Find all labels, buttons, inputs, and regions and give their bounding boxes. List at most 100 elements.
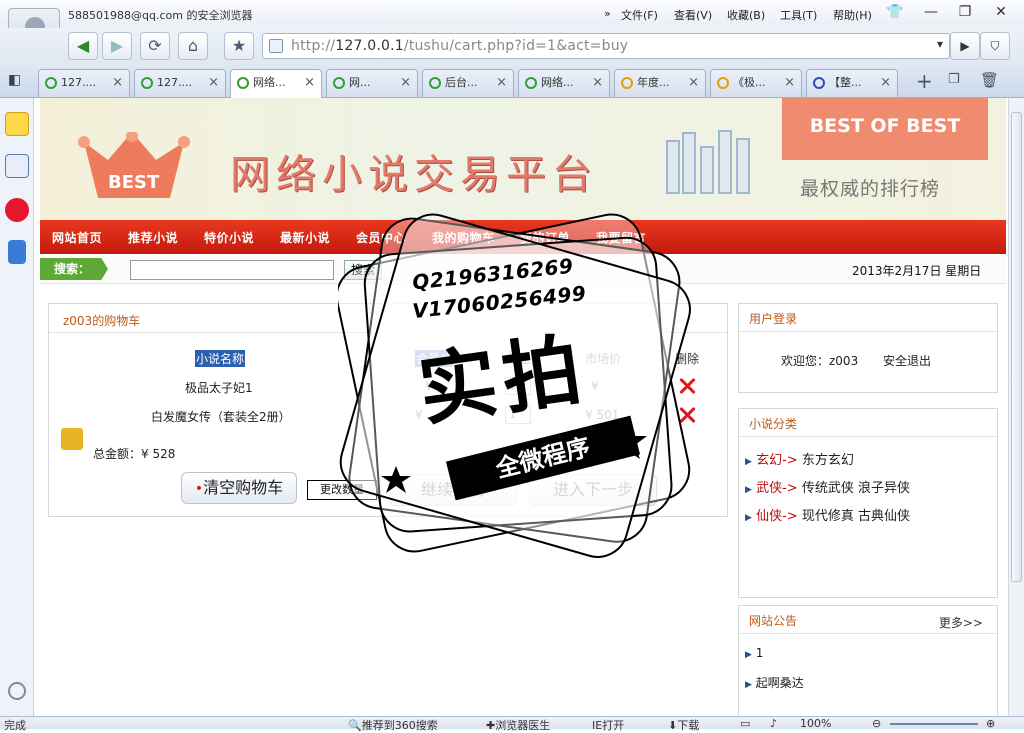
tab-close-icon[interactable]: × bbox=[208, 70, 219, 96]
nav-my-cart[interactable]: 我的购物车 bbox=[432, 229, 495, 246]
zoom-out-icon[interactable]: ⊖ bbox=[872, 717, 881, 730]
zoom-slider[interactable] bbox=[890, 723, 978, 725]
header-delete: 删除 bbox=[675, 352, 700, 366]
close-window-button[interactable]: ✕ bbox=[984, 0, 1018, 26]
tab-5[interactable]: 后台... × bbox=[422, 69, 514, 97]
notice-item[interactable]: ▶ 1 bbox=[745, 646, 763, 660]
crown-logo: BEST bbox=[78, 132, 190, 198]
dropdown-arrow-icon[interactable]: ▾ bbox=[937, 37, 943, 51]
mobile-phone-icon[interactable] bbox=[8, 240, 26, 264]
weibo-icon[interactable] bbox=[5, 198, 29, 222]
nav-home[interactable]: 网站首页 bbox=[52, 229, 102, 246]
download-button[interactable]: ⬇下载 bbox=[668, 717, 699, 733]
ie-icon bbox=[525, 77, 537, 89]
maximize-button[interactable]: ❐ bbox=[948, 0, 982, 26]
tab-6[interactable]: 网络... × bbox=[518, 69, 610, 97]
tab-7[interactable]: 年度... × bbox=[614, 69, 706, 97]
update-quantity-button[interactable]: 更改数量 bbox=[307, 480, 377, 500]
shirt-icon[interactable]: 👕 bbox=[886, 4, 903, 20]
category-xuanhuan[interactable]: ▶ 玄幻-> 东方玄幻 bbox=[745, 449, 854, 468]
wiki-icon bbox=[621, 77, 633, 89]
scrollbar-thumb[interactable] bbox=[1011, 112, 1022, 582]
clear-cart-button[interactable]: •清空购物车 bbox=[181, 472, 297, 504]
row1-delete-icon[interactable] bbox=[677, 376, 697, 396]
search-input[interactable] bbox=[130, 260, 334, 280]
tab-close-icon[interactable]: × bbox=[784, 70, 795, 96]
news-icon[interactable] bbox=[5, 154, 29, 178]
menu-file[interactable]: 文件(F) bbox=[621, 7, 658, 23]
nav-leave-message[interactable]: 我要留言 bbox=[596, 229, 646, 246]
cart-title: z003的购物车 bbox=[63, 314, 141, 328]
go-arrow-icon: ▶ bbox=[960, 39, 970, 53]
category-wuxia[interactable]: ▶ 武侠-> 传统武侠 浪子异侠 bbox=[745, 477, 910, 496]
svg-text:BEST: BEST bbox=[108, 172, 160, 193]
speaker-icon[interactable]: ♪ bbox=[770, 717, 777, 730]
minimize-button[interactable]: — bbox=[914, 0, 948, 26]
vertical-scrollbar[interactable] bbox=[1008, 98, 1024, 716]
settings-gear-icon[interactable] bbox=[8, 682, 26, 700]
tab-4[interactable]: 网... × bbox=[326, 69, 418, 97]
next-step-button[interactable]: 进入下一步 bbox=[529, 474, 657, 506]
nav-special-price[interactable]: 特价小说 bbox=[204, 229, 254, 246]
tab-close-icon[interactable]: × bbox=[112, 70, 123, 96]
tab-close-icon[interactable]: × bbox=[400, 70, 411, 96]
tab-9[interactable]: 【整... × bbox=[806, 69, 898, 97]
search-label: 搜索： bbox=[40, 258, 108, 280]
tab-3-active[interactable]: 网络... × bbox=[230, 69, 322, 98]
search-button[interactable]: 搜索 bbox=[344, 260, 382, 280]
go-button[interactable]: ▶ bbox=[950, 32, 980, 60]
logout-link[interactable]: 安全退出 bbox=[883, 352, 931, 369]
forward-arrow-icon: ▶ bbox=[110, 36, 124, 55]
tab-close-icon[interactable]: × bbox=[496, 70, 507, 96]
screen-icon[interactable]: ▭ bbox=[740, 717, 750, 730]
tab-close-icon[interactable]: × bbox=[688, 70, 699, 96]
refresh-button[interactable]: ⟳ bbox=[140, 32, 170, 60]
home-button[interactable]: ⌂ bbox=[178, 32, 208, 60]
tab-2[interactable]: 127.... × bbox=[134, 69, 226, 97]
nav-recommended[interactable]: 推荐小说 bbox=[128, 229, 178, 246]
menu-arrow-icon[interactable]: » bbox=[604, 7, 611, 20]
tab-close-icon[interactable]: × bbox=[592, 70, 603, 96]
favorites-star-icon[interactable] bbox=[5, 112, 29, 136]
menu-help[interactable]: 帮助(H) bbox=[833, 7, 872, 23]
security-shield-button[interactable]: ⛉ bbox=[980, 32, 1010, 60]
notice-more-link[interactable]: 更多>> bbox=[939, 614, 983, 631]
tab-8[interactable]: 《极... × bbox=[710, 69, 802, 97]
forward-button[interactable]: ▶ bbox=[102, 32, 132, 60]
address-bar[interactable]: http://127.0.0.1/tushu/cart.php?id=1&act… bbox=[262, 33, 950, 59]
favorite-star-button[interactable]: ★ bbox=[224, 32, 254, 60]
menu-view[interactable]: 查看(V) bbox=[674, 7, 712, 23]
back-arrow-icon: ◀ bbox=[76, 36, 90, 55]
menu-favorites[interactable]: 收藏(B) bbox=[727, 7, 765, 23]
tab-list-icon[interactable]: ❐ bbox=[948, 72, 960, 87]
category-xianxia[interactable]: ▶ 仙侠-> 现代修真 古典仙侠 bbox=[745, 505, 910, 524]
back-button[interactable]: ◀ bbox=[68, 32, 98, 60]
tab-bar: ◧ 127.... × 127.... × 网络... × 网... × 后台... × … bbox=[0, 66, 1024, 98]
tab-close-icon[interactable]: × bbox=[880, 70, 891, 96]
browser-doctor-button[interactable]: ✚浏览器医生 bbox=[486, 717, 550, 733]
window-title: 588501988@qq.com 的安全浏览器 bbox=[68, 9, 253, 22]
ie-icon bbox=[237, 77, 249, 89]
url-text[interactable]: http://127.0.0.1/tushu/cart.php?id=1&act… bbox=[291, 38, 628, 54]
nav-newest[interactable]: 最新小说 bbox=[280, 229, 330, 246]
new-tab-icon[interactable]: + bbox=[916, 69, 933, 93]
cart-panel: z003的购物车 小说名称 会员价 数量 市场价 删除 极品太子妃1 ¥ 1 ¥… bbox=[48, 303, 728, 517]
tab-close-icon[interactable]: × bbox=[304, 70, 315, 96]
tab-1[interactable]: 127.... × bbox=[38, 69, 130, 97]
notice-item[interactable]: ▶ 起啊桑达 bbox=[745, 674, 804, 691]
sidebar-toggle-icon[interactable]: ◧ bbox=[8, 72, 21, 88]
row2-delete-icon[interactable] bbox=[677, 405, 697, 425]
zoom-level[interactable]: 100% bbox=[800, 717, 831, 730]
recommend-360-button[interactable]: 🔍推荐到360搜索 bbox=[348, 717, 438, 733]
left-sidebar bbox=[0, 98, 34, 716]
ie-icon bbox=[45, 77, 57, 89]
row2-name: 白发魔女传（套装全2册） bbox=[151, 410, 291, 424]
menu-tools[interactable]: 工具(T) bbox=[780, 7, 817, 23]
zoom-in-icon[interactable]: ⊕ bbox=[986, 717, 995, 730]
nav-my-orders[interactable]: 我的订单 bbox=[520, 229, 570, 246]
ie-open-button[interactable]: IE打开 bbox=[592, 717, 624, 733]
trash-icon[interactable]: 🗑 bbox=[980, 71, 999, 89]
bullet-arrow-icon: ▶ bbox=[745, 650, 752, 660]
nav-member-center[interactable]: 会员中心 bbox=[356, 229, 406, 246]
shield-icon: ⛉ bbox=[990, 39, 1000, 53]
